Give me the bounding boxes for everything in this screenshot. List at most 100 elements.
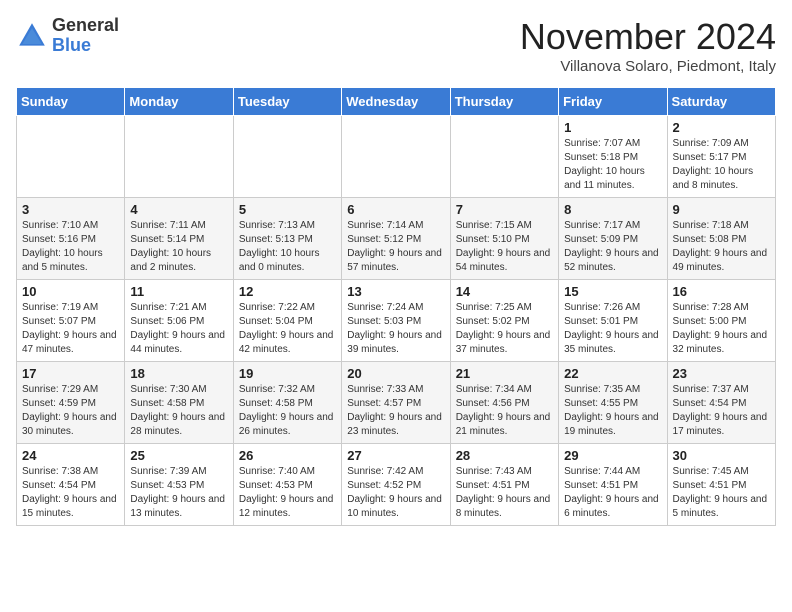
calendar-day-cell [125, 116, 233, 198]
day-info: Sunrise: 7:44 AM Sunset: 4:51 PM Dayligh… [564, 465, 661, 521]
calendar-day-cell: 9 Sunrise: 7:18 AM Sunset: 5:08 PM Daylig… [667, 198, 775, 280]
location: Villanova Solaro, Piedmont, Italy [520, 58, 776, 75]
day-info: Sunrise: 7:42 AM Sunset: 4:52 PM Dayligh… [347, 465, 444, 521]
day-number: 9 [673, 202, 770, 217]
day-number: 10 [22, 284, 119, 299]
logo-blue: Blue [52, 35, 91, 55]
page-header: General Blue November 2024 Villanova Sol… [16, 16, 776, 75]
day-number: 5 [239, 202, 336, 217]
day-info: Sunrise: 7:14 AM Sunset: 5:12 PM Dayligh… [347, 219, 444, 275]
calendar-day-cell: 16Sunrise: 7:28 AM Sunset: 5:00 PM Dayli… [667, 280, 775, 362]
day-number: 4 [130, 202, 227, 217]
day-info: Sunrise: 7:45 AM Sunset: 4:51 PM Dayligh… [673, 465, 770, 521]
month-title: November 2024 [520, 16, 776, 58]
day-number: 11 [130, 284, 227, 299]
calendar-day-cell: 18 Sunrise: 7:30 AM Sunset: 4:58 PM Dayli… [125, 362, 233, 444]
day-number: 29 [564, 448, 661, 463]
calendar-day-cell: 4 Sunrise: 7:11 AM Sunset: 5:14 PM Daylig… [125, 198, 233, 280]
calendar-week-row: 10Sunrise: 7:19 AM Sunset: 5:07 PM Dayli… [17, 280, 776, 362]
day-info: Sunrise: 7:32 AM Sunset: 4:58 PM Dayligh… [239, 383, 336, 439]
calendar-day-cell: 6 Sunrise: 7:14 AM Sunset: 5:12 PM Daylig… [342, 198, 450, 280]
day-number: 21 [456, 366, 553, 381]
day-number: 25 [130, 448, 227, 463]
day-number: 15 [564, 284, 661, 299]
calendar-day-cell: 23Sunrise: 7:37 AM Sunset: 4:54 PM Dayli… [667, 362, 775, 444]
day-info: Sunrise: 7:10 AM Sunset: 5:16 PM Dayligh… [22, 219, 119, 275]
calendar-header-row: SundayMondayTuesdayWednesdayThursdayFrid… [17, 88, 776, 116]
calendar-day-cell: 10Sunrise: 7:19 AM Sunset: 5:07 PM Dayli… [17, 280, 125, 362]
day-number: 30 [673, 448, 770, 463]
day-number: 27 [347, 448, 444, 463]
day-info: Sunrise: 7:09 AM Sunset: 5:17 PM Dayligh… [673, 137, 770, 193]
day-of-week-header: Sunday [17, 88, 125, 116]
day-info: Sunrise: 7:26 AM Sunset: 5:01 PM Dayligh… [564, 301, 661, 357]
day-number: 1 [564, 120, 661, 135]
day-info: Sunrise: 7:40 AM Sunset: 4:53 PM Dayligh… [239, 465, 336, 521]
day-info: Sunrise: 7:11 AM Sunset: 5:14 PM Dayligh… [130, 219, 227, 275]
day-info: Sunrise: 7:13 AM Sunset: 5:13 PM Dayligh… [239, 219, 336, 275]
calendar-day-cell: 19 Sunrise: 7:32 AM Sunset: 4:58 PM Dayli… [233, 362, 341, 444]
day-info: Sunrise: 7:37 AM Sunset: 4:54 PM Dayligh… [673, 383, 770, 439]
day-number: 13 [347, 284, 444, 299]
day-number: 12 [239, 284, 336, 299]
calendar-table: SundayMondayTuesdayWednesdayThursdayFrid… [16, 87, 776, 526]
day-of-week-header: Tuesday [233, 88, 341, 116]
calendar-day-cell: 3Sunrise: 7:10 AM Sunset: 5:16 PM Daylig… [17, 198, 125, 280]
day-of-week-header: Saturday [667, 88, 775, 116]
calendar-day-cell: 5 Sunrise: 7:13 AM Sunset: 5:13 PM Daylig… [233, 198, 341, 280]
day-info: Sunrise: 7:22 AM Sunset: 5:04 PM Dayligh… [239, 301, 336, 357]
calendar-day-cell: 8 Sunrise: 7:17 AM Sunset: 5:09 PM Daylig… [559, 198, 667, 280]
logo-general: General [52, 15, 119, 35]
day-number: 7 [456, 202, 553, 217]
day-info: Sunrise: 7:35 AM Sunset: 4:55 PM Dayligh… [564, 383, 661, 439]
calendar-day-cell: 29 Sunrise: 7:44 AM Sunset: 4:51 PM Dayli… [559, 444, 667, 526]
day-info: Sunrise: 7:18 AM Sunset: 5:08 PM Dayligh… [673, 219, 770, 275]
calendar-week-row: 3Sunrise: 7:10 AM Sunset: 5:16 PM Daylig… [17, 198, 776, 280]
day-number: 17 [22, 366, 119, 381]
day-info: Sunrise: 7:25 AM Sunset: 5:02 PM Dayligh… [456, 301, 553, 357]
day-info: Sunrise: 7:39 AM Sunset: 4:53 PM Dayligh… [130, 465, 227, 521]
day-number: 24 [22, 448, 119, 463]
day-info: Sunrise: 7:34 AM Sunset: 4:56 PM Dayligh… [456, 383, 553, 439]
calendar-day-cell: 11Sunrise: 7:21 AM Sunset: 5:06 PM Dayli… [125, 280, 233, 362]
day-number: 16 [673, 284, 770, 299]
day-info: Sunrise: 7:38 AM Sunset: 4:54 PM Dayligh… [22, 465, 119, 521]
calendar-day-cell: 2 Sunrise: 7:09 AM Sunset: 5:17 PM Daylig… [667, 116, 775, 198]
day-number: 6 [347, 202, 444, 217]
day-number: 22 [564, 366, 661, 381]
day-number: 14 [456, 284, 553, 299]
calendar-day-cell: 1 Sunrise: 7:07 AM Sunset: 5:18 PM Daylig… [559, 116, 667, 198]
day-of-week-header: Thursday [450, 88, 558, 116]
calendar-day-cell: 26 Sunrise: 7:40 AM Sunset: 4:53 PM Dayli… [233, 444, 341, 526]
day-number: 26 [239, 448, 336, 463]
calendar-day-cell: 12 Sunrise: 7:22 AM Sunset: 5:04 PM Dayli… [233, 280, 341, 362]
calendar-day-cell [450, 116, 558, 198]
day-number: 20 [347, 366, 444, 381]
calendar-day-cell: 21 Sunrise: 7:34 AM Sunset: 4:56 PM Dayli… [450, 362, 558, 444]
day-info: Sunrise: 7:17 AM Sunset: 5:09 PM Dayligh… [564, 219, 661, 275]
logo-text: General Blue [52, 16, 119, 56]
day-number: 19 [239, 366, 336, 381]
calendar-day-cell: 13 Sunrise: 7:24 AM Sunset: 5:03 PM Dayli… [342, 280, 450, 362]
logo-icon [16, 20, 48, 52]
calendar-day-cell: 22 Sunrise: 7:35 AM Sunset: 4:55 PM Dayli… [559, 362, 667, 444]
calendar-day-cell: 24 Sunrise: 7:38 AM Sunset: 4:54 PM Dayli… [17, 444, 125, 526]
calendar-day-cell: 14 Sunrise: 7:25 AM Sunset: 5:02 PM Dayli… [450, 280, 558, 362]
calendar-week-row: 17Sunrise: 7:29 AM Sunset: 4:59 PM Dayli… [17, 362, 776, 444]
day-number: 2 [673, 120, 770, 135]
calendar-day-cell [17, 116, 125, 198]
day-number: 18 [130, 366, 227, 381]
day-of-week-header: Friday [559, 88, 667, 116]
day-info: Sunrise: 7:33 AM Sunset: 4:57 PM Dayligh… [347, 383, 444, 439]
day-info: Sunrise: 7:30 AM Sunset: 4:58 PM Dayligh… [130, 383, 227, 439]
calendar-day-cell: 7Sunrise: 7:15 AM Sunset: 5:10 PM Daylig… [450, 198, 558, 280]
day-of-week-header: Wednesday [342, 88, 450, 116]
day-number: 28 [456, 448, 553, 463]
day-of-week-header: Monday [125, 88, 233, 116]
calendar-day-cell: 15 Sunrise: 7:26 AM Sunset: 5:01 PM Dayli… [559, 280, 667, 362]
day-info: Sunrise: 7:24 AM Sunset: 5:03 PM Dayligh… [347, 301, 444, 357]
day-info: Sunrise: 7:07 AM Sunset: 5:18 PM Dayligh… [564, 137, 661, 193]
logo: General Blue [16, 16, 119, 56]
day-number: 8 [564, 202, 661, 217]
calendar-day-cell [342, 116, 450, 198]
